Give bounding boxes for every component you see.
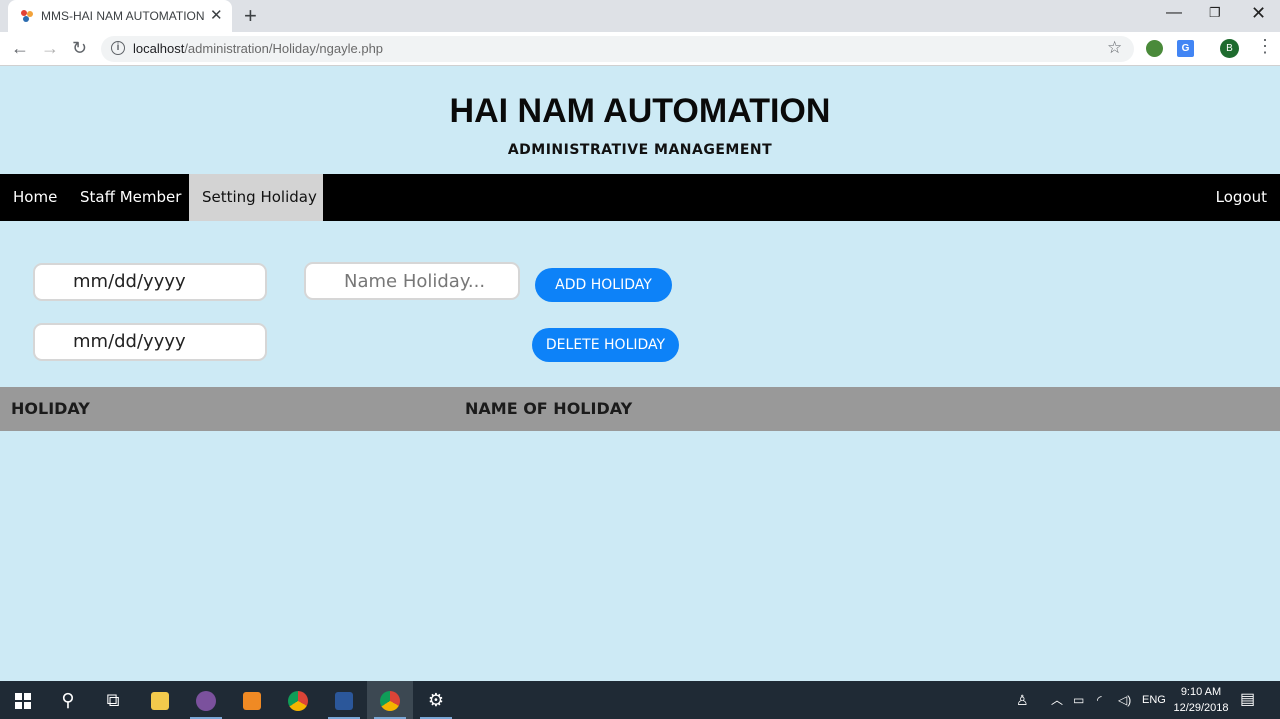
reload-icon[interactable]: ↻: [72, 38, 87, 59]
windows-taskbar: ⚲ ⧉ ⚙ ♙ ︿ ▭ ◜ ◁) ENG 9:10 AM 12/29/2018 …: [0, 681, 1280, 719]
star-icon[interactable]: ☆: [1107, 38, 1122, 58]
holiday-table-header: HOLIDAY NAME OF HOLIDAY: [0, 387, 1280, 431]
language-indicator[interactable]: ENG: [1142, 681, 1166, 719]
clock[interactable]: 9:10 AM 12/29/2018: [1170, 684, 1232, 716]
people-icon[interactable]: ♙: [1016, 681, 1029, 719]
page-title: HAI NAM AUTOMATION: [449, 92, 831, 130]
add-holiday-button[interactable]: ADD HOLIDAY: [535, 268, 672, 302]
translate-icon[interactable]: G: [1177, 40, 1194, 57]
forward-icon[interactable]: →: [41, 38, 59, 59]
nav-staff-member[interactable]: Staff Member: [67, 174, 194, 221]
battery-icon[interactable]: ▭: [1073, 681, 1084, 719]
nav-setting-holiday[interactable]: Setting Holiday: [189, 174, 323, 221]
extension-icon[interactable]: [1146, 40, 1163, 57]
menu-icon[interactable]: ⋮: [1256, 36, 1274, 57]
main-nav: Home Staff Member Setting Holiday Logout: [0, 174, 1280, 221]
back-icon[interactable]: ←: [11, 38, 29, 59]
column-header-holiday: HOLIDAY: [11, 399, 90, 418]
address-bar[interactable]: i localhost/administration/Holiday/ngayl…: [101, 36, 1134, 62]
task-view-icon[interactable]: ⧉: [90, 681, 136, 719]
chrome-active-icon[interactable]: [367, 681, 413, 719]
info-icon[interactable]: i: [111, 41, 125, 55]
page-subtitle: ADMINISTRATIVE MANAGEMENT: [507, 142, 773, 158]
minimize-icon[interactable]: —: [1166, 4, 1182, 22]
volume-icon[interactable]: ◁): [1118, 681, 1131, 719]
word-icon[interactable]: [321, 681, 367, 719]
chevron-up-icon[interactable]: ︿: [1051, 681, 1063, 719]
browser-tab[interactable]: MMS-HAI NAM AUTOMATION ✕: [8, 0, 232, 32]
tab-title: MMS-HAI NAM AUTOMATION: [41, 9, 205, 23]
date-to-input[interactable]: mm/dd/yyyy: [33, 323, 267, 361]
restore-icon[interactable]: ❐: [1209, 5, 1221, 21]
sublime-icon[interactable]: [229, 681, 275, 719]
wifi-icon[interactable]: ◜: [1097, 681, 1102, 719]
browser-tab-strip: MMS-HAI NAM AUTOMATION ✕ + — ❐ ✕: [0, 0, 1280, 32]
column-header-name: NAME OF HOLIDAY: [465, 399, 633, 418]
close-icon[interactable]: ✕: [210, 6, 223, 24]
nav-home[interactable]: Home: [0, 174, 70, 221]
chrome-icon[interactable]: [275, 681, 321, 719]
holiday-name-input[interactable]: [304, 262, 520, 300]
window-close-icon[interactable]: ✕: [1251, 3, 1266, 24]
plus-icon[interactable]: +: [244, 3, 257, 29]
browser-toolbar: ← → ↻ i localhost/administration/Holiday…: [0, 32, 1280, 66]
windows-start-icon[interactable]: [0, 681, 46, 719]
clock-time: 9:10 AM: [1180, 686, 1222, 698]
settings-icon[interactable]: ⚙: [413, 681, 459, 719]
favicon-icon: [21, 10, 33, 22]
nav-logout[interactable]: Logout: [1203, 174, 1280, 221]
avatar[interactable]: B: [1220, 39, 1239, 58]
file-explorer-icon[interactable]: [137, 681, 183, 719]
delete-holiday-button[interactable]: DELETE HOLIDAY: [532, 328, 679, 362]
viber-icon[interactable]: [183, 681, 229, 719]
notification-icon[interactable]: ▤: [1240, 681, 1255, 719]
date-from-input[interactable]: mm/dd/yyyy: [33, 263, 267, 301]
url-text: localhost/administration/Holiday/ngayle.…: [133, 41, 384, 56]
clock-date: 12/29/2018: [1173, 702, 1229, 714]
search-icon[interactable]: ⚲: [45, 681, 91, 719]
